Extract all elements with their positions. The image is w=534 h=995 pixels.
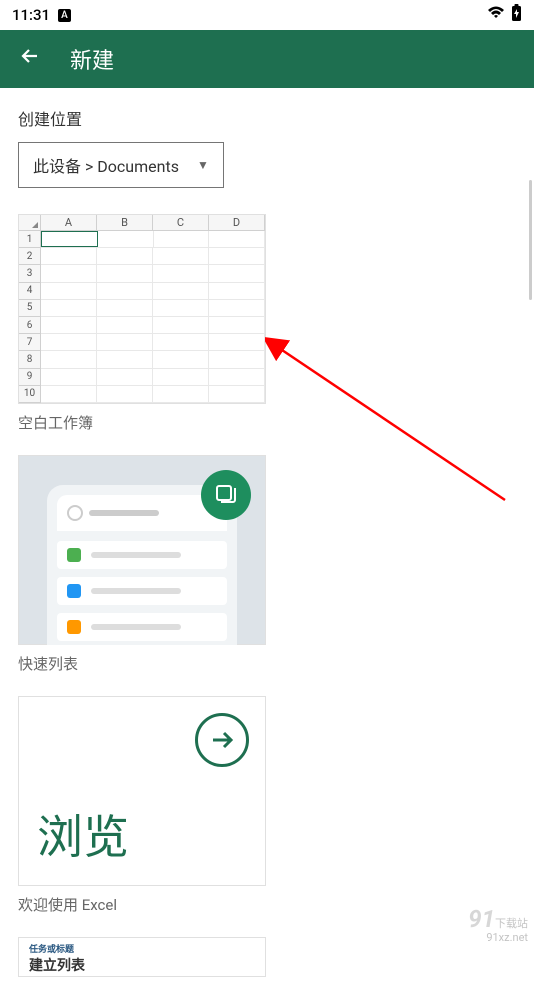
row-header: 9 — [19, 369, 40, 386]
status-indicator-icon: A — [58, 9, 71, 22]
arrow-right-circle-icon — [195, 713, 249, 767]
col-header: D — [209, 215, 265, 230]
list-color-icon — [67, 548, 81, 562]
status-bar: 11:31 A — [0, 0, 534, 30]
template-quick-list[interactable]: 快速列表 — [18, 455, 266, 674]
scrollbar[interactable] — [529, 180, 532, 300]
row-header: 4 — [19, 283, 40, 300]
battery-icon — [511, 4, 522, 26]
location-dropdown[interactable]: 此设备 > Documents ▼ — [18, 142, 224, 188]
col-header: B — [97, 215, 153, 230]
page-title: 新建 — [70, 43, 114, 75]
list-color-icon — [67, 620, 81, 634]
row-header: 3 — [19, 265, 40, 282]
stack-badge-icon — [201, 470, 251, 520]
partial-subtitle: 任务或标题 — [29, 942, 255, 955]
back-arrow-icon[interactable] — [18, 44, 42, 75]
partial-title: 建立列表 — [29, 955, 255, 975]
template-label: 空白工作簿 — [18, 412, 266, 433]
template-welcome-excel[interactable]: 浏览 欢迎使用 Excel — [18, 696, 266, 915]
col-header: C — [153, 215, 209, 230]
row-header: 7 — [19, 334, 40, 351]
row-header: 10 — [19, 386, 40, 403]
template-task-list[interactable]: 任务或标题 建立列表 — [18, 937, 266, 977]
watermark: 91下载站 91xz.net — [468, 910, 528, 944]
sheet-corner — [19, 215, 41, 230]
row-header: 2 — [19, 248, 40, 265]
status-time: 11:31 — [12, 6, 50, 24]
wifi-icon — [487, 6, 505, 24]
location-value: 此设备 > Documents — [33, 153, 179, 177]
row-header: 1 — [19, 231, 40, 248]
row-header: 8 — [19, 351, 40, 368]
col-header: A — [41, 215, 97, 230]
template-label: 快速列表 — [18, 653, 266, 674]
list-color-icon — [67, 584, 81, 598]
template-label: 欢迎使用 Excel — [18, 894, 266, 915]
row-header: 5 — [19, 300, 40, 317]
row-header: 6 — [19, 317, 40, 334]
template-blank-workbook[interactable]: A B C D 1 2 3 4 5 6 7 8 9 10 — [18, 214, 266, 433]
chevron-down-icon: ▼ — [197, 158, 209, 172]
welcome-browse-text: 浏览 — [37, 801, 247, 867]
location-label: 创建位置 — [18, 106, 516, 130]
app-header: 新建 — [0, 30, 534, 88]
